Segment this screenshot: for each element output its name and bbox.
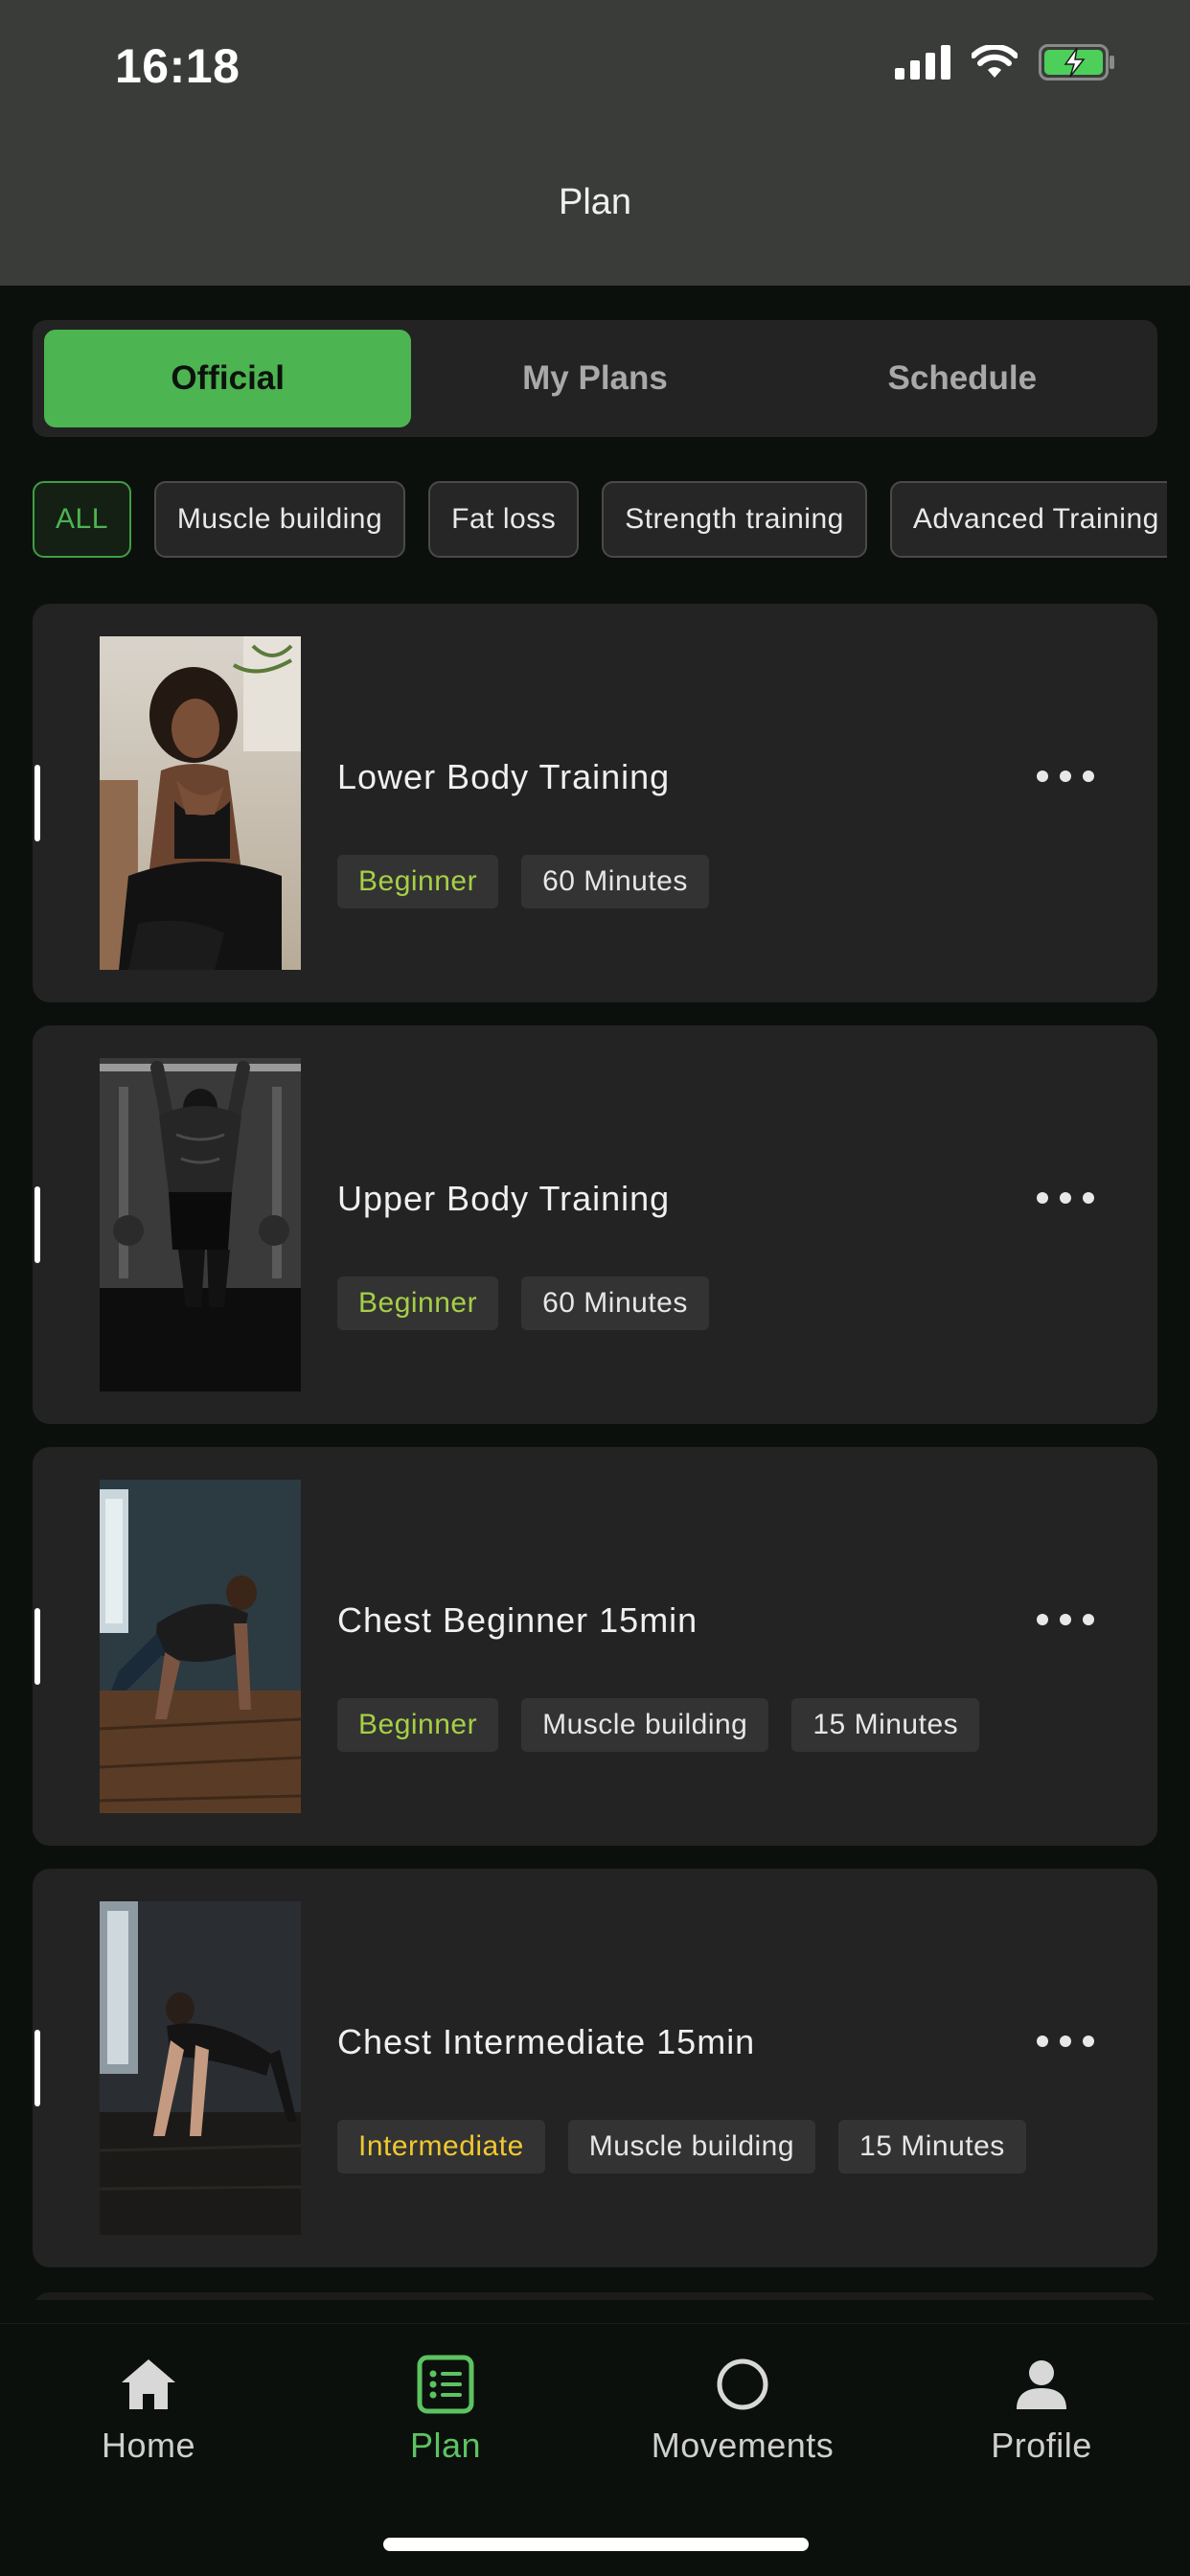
plan-screen: 16:18 Plan Official My Plans Schedule AL…: [0, 0, 1190, 2576]
home-indicator[interactable]: [383, 2538, 809, 2551]
level-tag: Beginner: [337, 855, 499, 908]
filter-chip-fat-loss[interactable]: Fat loss: [428, 481, 580, 558]
tab-home-label: Home: [101, 2426, 196, 2465]
segment-official[interactable]: Official: [44, 330, 412, 427]
plan-card-partial[interactable]: [33, 2292, 1157, 2300]
filter-chip-muscle-building[interactable]: Muscle building: [153, 481, 406, 558]
plan-card[interactable]: Chest Beginner 15min Beginner Muscle bui…: [33, 1447, 1157, 1846]
status-time: 16:18: [115, 39, 240, 93]
duration-tag: 60 Minutes: [521, 1276, 709, 1330]
plan-title: Chest Intermediate 15min: [337, 2022, 756, 2061]
more-options-icon[interactable]: [1037, 1179, 1094, 1217]
status-icons: [895, 44, 1115, 80]
tab-profile-label: Profile: [991, 2426, 1092, 2465]
more-options-icon[interactable]: [1037, 2022, 1094, 2060]
plan-tags: Beginner 60 Minutes: [337, 855, 709, 908]
top-bar: 16:18 Plan: [0, 0, 1190, 286]
more-options-icon[interactable]: [1037, 757, 1094, 795]
plan-tags: Intermediate Muscle building 15 Minutes: [337, 2120, 1026, 2174]
tab-profile[interactable]: Profile: [893, 2353, 1190, 2466]
duration-tag: 15 Minutes: [791, 1698, 980, 1752]
cellular-signal-icon: [895, 45, 950, 80]
tab-plan[interactable]: Plan: [297, 2353, 594, 2466]
segment-schedule[interactable]: Schedule: [779, 330, 1146, 427]
plan-tags: Beginner Muscle building 15 Minutes: [337, 1698, 980, 1752]
level-tag: Beginner: [337, 1276, 499, 1330]
plan-source-segmented-control: Official My Plans Schedule: [33, 320, 1157, 437]
filter-chip-all[interactable]: ALL: [33, 481, 131, 558]
wifi-icon: [972, 45, 1018, 78]
plan-title: Lower Body Training: [337, 757, 671, 796]
plan-thumbnail: [100, 1901, 301, 2235]
plan-thumbnail: [100, 636, 301, 970]
plan-card[interactable]: Chest Intermediate 15min Intermediate Mu…: [33, 1869, 1157, 2267]
tab-plan-label: Plan: [409, 2426, 482, 2465]
plan-title: Upper Body Training: [337, 1179, 671, 1218]
tab-home[interactable]: Home: [0, 2353, 297, 2466]
movements-circle-icon: [711, 2353, 774, 2416]
page-title: Plan: [558, 182, 632, 222]
home-icon: [117, 2353, 180, 2416]
plan-card[interactable]: Upper Body Training Beginner 60 Minutes: [33, 1025, 1157, 1424]
filter-chips-row[interactable]: ALL Muscle building Fat loss Strength tr…: [33, 481, 1167, 560]
plan-list-icon: [414, 2353, 477, 2416]
plan-tags: Beginner 60 Minutes: [337, 1276, 709, 1330]
card-indicator: [34, 1186, 40, 1263]
segment-my-plans[interactable]: My Plans: [411, 330, 778, 427]
filter-chip-advanced-training[interactable]: Advanced Training: [889, 481, 1167, 558]
profile-icon: [1010, 2353, 1073, 2416]
plan-thumbnail: [100, 1058, 301, 1392]
plan-card[interactable]: Lower Body Training Beginner 60 Minutes: [33, 604, 1157, 1002]
plan-title: Chest Beginner 15min: [337, 1600, 698, 1640]
duration-tag: 60 Minutes: [521, 855, 709, 908]
card-indicator: [34, 1608, 40, 1685]
plan-thumbnail: [100, 1480, 301, 1813]
category-tag: Muscle building: [567, 2120, 816, 2174]
plan-list[interactable]: Lower Body Training Beginner 60 Minutes: [33, 604, 1157, 2300]
duration-tag: 15 Minutes: [838, 2120, 1026, 2174]
more-options-icon[interactable]: [1037, 1600, 1094, 1639]
level-tag: Intermediate: [337, 2120, 545, 2174]
filter-chip-strength-training[interactable]: Strength training: [602, 481, 867, 558]
level-tag: Beginner: [337, 1698, 499, 1752]
battery-charging-icon: [1039, 44, 1114, 80]
card-indicator: [34, 2030, 40, 2106]
tab-movements[interactable]: Movements: [594, 2353, 891, 2466]
category-tag: Muscle building: [521, 1698, 769, 1752]
card-indicator: [34, 765, 40, 841]
tab-movements-label: Movements: [651, 2426, 835, 2465]
